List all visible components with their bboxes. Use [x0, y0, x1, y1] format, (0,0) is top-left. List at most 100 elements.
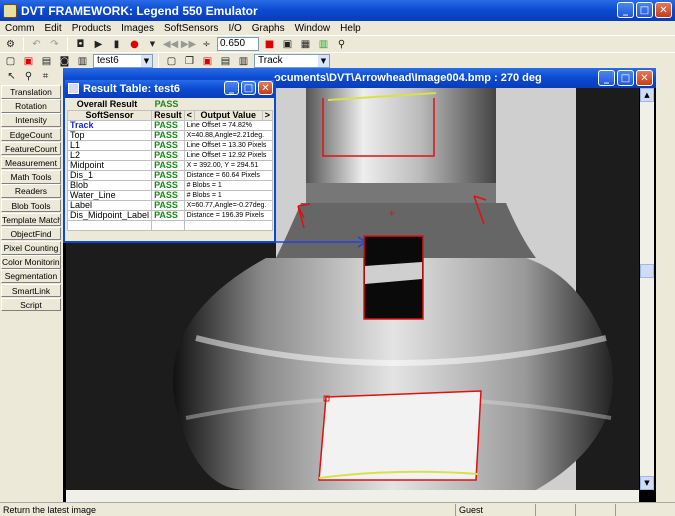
app-icon — [3, 3, 17, 18]
result-table-window: Result Table: test6 _ □ ✕ Overall Result… — [63, 78, 276, 243]
status-cell — [535, 503, 575, 516]
camera-icon[interactable]: ◘ — [73, 38, 88, 51]
app-titlebar: DVT FRAMEWORK: Legend 550 Emulator _ □ ✕ — [0, 0, 675, 21]
redo-icon[interactable]: ↷ — [47, 38, 62, 51]
result-maximize-button[interactable]: □ — [241, 81, 256, 95]
record-icon[interactable]: ● — [127, 38, 142, 51]
connect-icon[interactable]: ⚙ — [3, 38, 18, 51]
sidebar-smartlink[interactable]: SmartLink — [1, 283, 61, 298]
slider-icon[interactable]: ÷ — [199, 38, 214, 51]
strobe-icon[interactable]: ■ — [262, 38, 277, 51]
result-table-titlebar: Result Table: test6 _ □ ✕ — [65, 80, 274, 98]
status-bar: Return the latest image Guest — [0, 502, 675, 516]
overall-result-label: Overall Result — [76, 99, 138, 109]
snapshot-icon[interactable]: ▣ — [280, 38, 295, 51]
sidebar-edgecount[interactable]: EdgeCount — [1, 127, 61, 142]
sidebar-segmentation[interactable]: Segmentation — [1, 269, 61, 283]
result-minimize-button[interactable]: _ — [224, 81, 239, 95]
table-row[interactable]: Dis_1 PASS Distance = 60.64 Pixels — [66, 170, 274, 181]
menu-io[interactable]: I/O — [223, 23, 246, 34]
table-row[interactable]: Blob PASS # Blobs = 1 — [66, 180, 274, 191]
delete-sensor-icon[interactable]: ▣ — [200, 55, 215, 68]
menu-images[interactable]: Images — [116, 23, 159, 34]
menu-comm[interactable]: Comm — [0, 23, 39, 34]
table-row[interactable]: Label PASS X=60.77,Angle=-0.27deg. — [66, 200, 274, 211]
sidebar-intensity[interactable]: Intensity — [1, 113, 61, 127]
sidebar-objectfind[interactable]: ObjectFind — [1, 226, 61, 241]
chart-icon[interactable]: ▥ — [316, 38, 331, 51]
threshold-field[interactable]: 0.650 — [217, 37, 259, 51]
result-table: SoftSensor Result < Output Value > Track… — [66, 110, 274, 231]
sidebar-template-match[interactable]: Template Match — [1, 212, 61, 227]
grid-icon[interactable]: ▦ — [298, 38, 313, 51]
table-row[interactable]: L2 PASS Line Offset = 12.92 Pixels — [66, 150, 274, 161]
col-softsensor: SoftSensor — [66, 110, 153, 121]
sidebar-math-tools[interactable]: Math Tools — [1, 170, 61, 184]
sidebar-pixel-counting[interactable]: Pixel Counting — [1, 241, 61, 255]
pointer-icon[interactable]: ↖ — [4, 70, 19, 83]
crop-icon[interactable]: ⌗ — [38, 70, 53, 83]
sidebar-featurecount[interactable]: FeatureCount — [1, 141, 61, 156]
menu-window[interactable]: Window — [290, 23, 336, 34]
status-user: Guest — [455, 503, 535, 516]
table-row[interactable]: Dis_Midpoint_Label PASS Distance = 196.39 … — [66, 210, 274, 221]
sidebar-translation[interactable]: Translation — [1, 85, 61, 99]
play-icon[interactable]: ▶ — [91, 38, 106, 51]
product-properties-icon[interactable]: ▤ — [39, 55, 54, 68]
dropdown-arrow-icon[interactable]: ▼ — [145, 38, 160, 51]
sidebar-blob-tools[interactable]: Blob Tools — [1, 198, 61, 212]
image-maximize-button[interactable]: □ — [617, 70, 634, 86]
table-row[interactable]: Water_Line PASS # Blobs = 1 — [66, 190, 274, 201]
menu-help[interactable]: Help — [335, 23, 366, 34]
table-row[interactable]: Top PASS X=40.88,Angle=2.21deg. — [66, 130, 274, 141]
maximize-button[interactable]: □ — [636, 2, 653, 18]
menu-bar: Comm Edit Products Images SoftSensors I/… — [0, 21, 675, 35]
menu-softsensors[interactable]: SoftSensors — [159, 23, 223, 34]
zoom-icon[interactable]: ⚲ — [21, 70, 36, 83]
delete-product-icon[interactable]: ▣ — [21, 55, 36, 68]
image-vertical-scrollbar[interactable]: ▲ ▼ — [640, 88, 654, 490]
runner-icon[interactable]: ⚲ — [334, 38, 349, 51]
minimize-button[interactable]: _ — [617, 2, 634, 18]
product-select[interactable]: test6 ▼ — [93, 54, 153, 68]
next-column-button[interactable]: > — [261, 110, 274, 121]
image-horizontal-scrollbar[interactable] — [66, 490, 639, 502]
sidebar-measurement[interactable]: Measurement — [1, 155, 61, 170]
prev-column-button[interactable]: < — [183, 110, 195, 121]
product-save-icon[interactable]: ◙ — [57, 55, 72, 68]
sidebar-readers[interactable]: Readers — [1, 184, 61, 198]
close-button[interactable]: ✕ — [655, 2, 672, 18]
sensor-select[interactable]: Track ▼ — [254, 54, 330, 68]
table-row[interactable]: L1 PASS Line Offset = 13.30 Pixels — [66, 140, 274, 151]
table-row[interactable]: Track PASS Line Offset = 74.82% — [66, 120, 274, 131]
result-close-button[interactable]: ✕ — [258, 81, 273, 95]
menu-edit[interactable]: Edit — [39, 23, 66, 34]
scroll-down-icon[interactable]: ▼ — [640, 476, 654, 490]
copy-sensor-icon[interactable]: ❐ — [182, 55, 197, 68]
chevron-down-icon: ▼ — [141, 55, 152, 67]
new-sensor-icon[interactable]: ▢ — [164, 55, 179, 68]
sensor-properties-icon[interactable]: ▤ — [218, 55, 233, 68]
chevron-down-icon: ▼ — [318, 55, 329, 67]
status-cell — [615, 503, 655, 516]
product-chart-icon[interactable]: ▥ — [75, 55, 90, 68]
fast-forward-icon[interactable]: ▶▶ — [181, 38, 196, 51]
undo-icon[interactable]: ↶ — [29, 38, 44, 51]
scroll-thumb[interactable] — [640, 264, 654, 278]
menu-graphs[interactable]: Graphs — [247, 23, 290, 34]
sidebar-rotation[interactable]: Rotation — [1, 99, 61, 113]
sensor-sidebar: ↖ ⚲ ⌗ Translation Rotation Intensity Edg… — [0, 68, 62, 502]
table-header: SoftSensor Result < Output Value > — [66, 110, 274, 121]
scroll-up-icon[interactable]: ▲ — [640, 88, 654, 102]
main-toolbar: ⚙ ↶ ↷ ◘ ▶ ▮ ● ▼ ◀◀ ▶▶ ÷ 0.650 ■ ▣ ▦ ▥ ⚲ — [0, 35, 675, 52]
image-minimize-button[interactable]: _ — [598, 70, 615, 86]
table-row[interactable]: Midpoint PASS X = 392.00, Y = 294.51 — [66, 160, 274, 171]
menu-products[interactable]: Products — [67, 23, 116, 34]
stop-icon[interactable]: ▮ — [109, 38, 124, 51]
sidebar-script[interactable]: Script — [1, 297, 61, 312]
rewind-icon[interactable]: ◀◀ — [163, 38, 178, 51]
new-product-icon[interactable]: ▢ — [3, 55, 18, 68]
sensor-chart-icon[interactable]: ▥ — [236, 55, 251, 68]
sidebar-color-monitoring[interactable]: Color Monitoring — [1, 255, 61, 269]
image-close-button[interactable]: ✕ — [636, 70, 653, 86]
